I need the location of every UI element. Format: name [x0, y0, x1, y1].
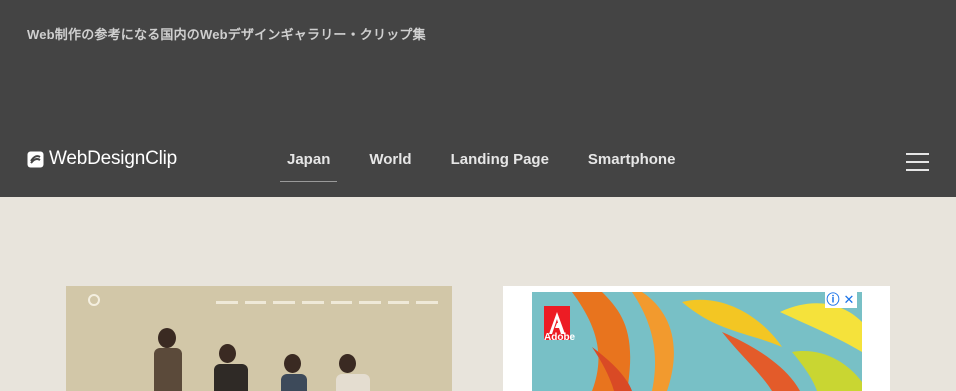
thumbnail-person-head	[219, 344, 236, 363]
thumbnail-person	[154, 348, 182, 391]
logo-text: WebDesignClip	[49, 148, 177, 169]
site-header: Web制作の参考になる国内のWebデザインギャラリー・クリップ集 WebDesi…	[0, 0, 956, 197]
ad-controls: ⓘ ✕	[825, 292, 857, 308]
nav-item-world[interactable]: World	[362, 146, 418, 182]
site-logo[interactable]: WebDesignClip	[27, 148, 177, 170]
nav-item-smartphone[interactable]: Smartphone	[581, 146, 683, 182]
site-tagline: Web制作の参考になる国内のWebデザインギャラリー・クリップ集	[27, 27, 426, 42]
thumbnail-person-head	[284, 354, 301, 373]
hamburger-menu-icon[interactable]	[906, 153, 929, 172]
thumbnail-person	[336, 374, 370, 391]
nav-item-landing-page[interactable]: Landing Page	[444, 146, 556, 182]
ad-info-icon[interactable]: ⓘ	[825, 292, 841, 308]
thumbnail-person-head	[158, 328, 176, 348]
thumbnail-site-logo-icon	[88, 294, 100, 306]
logo-mark-icon	[27, 151, 44, 167]
thumbnail-person	[281, 374, 307, 391]
thumbnail-person-head	[339, 354, 356, 373]
ad-close-icon[interactable]: ✕	[841, 292, 857, 308]
gallery-card-thumbnail[interactable]	[66, 286, 452, 391]
thumbnail-person	[214, 364, 248, 391]
ad-brand-label: Adobe	[544, 332, 576, 343]
thumbnail-site-nav	[216, 301, 438, 305]
nav-item-japan[interactable]: Japan	[280, 146, 338, 182]
leaf-illustration	[572, 292, 862, 391]
main-nav: Japan World Landing Page Smartphone	[280, 146, 707, 182]
ad-banner[interactable]: Adobe	[532, 292, 862, 391]
